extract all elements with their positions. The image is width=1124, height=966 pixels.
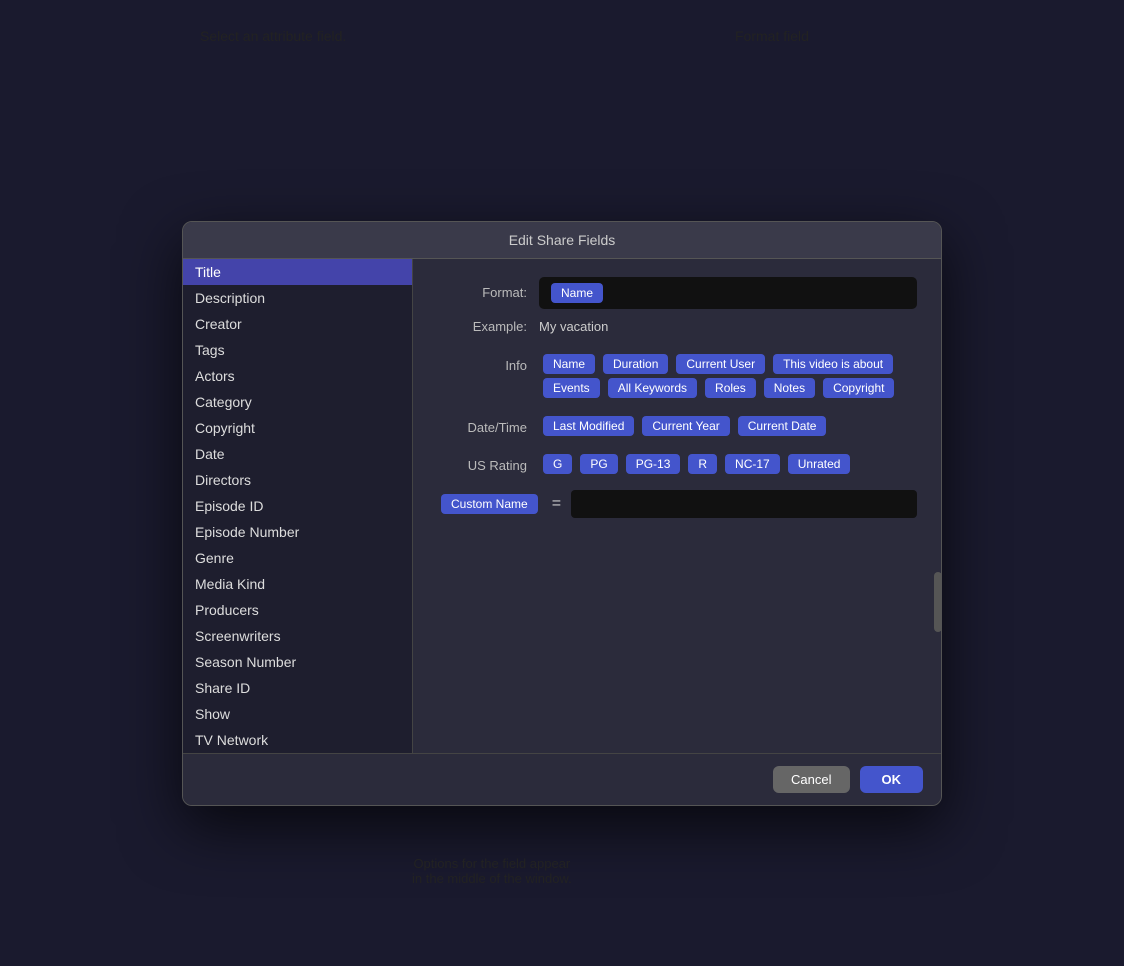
sidebar-item-season-number[interactable]: Season Number [183, 649, 412, 675]
right-panel: Format: Name Example: My vacation Info N… [413, 259, 941, 753]
sidebar-item-title[interactable]: Title [183, 259, 412, 285]
datetime-tag-current-date[interactable]: Current Date [738, 416, 827, 436]
info-section: Info Name Duration Current User This vid… [437, 352, 917, 400]
info-tag-copyright[interactable]: Copyright [823, 378, 894, 398]
cancel-button[interactable]: Cancel [773, 766, 849, 793]
rating-tag-pg[interactable]: PG [580, 454, 617, 474]
format-bar: Name [539, 277, 917, 309]
datetime-section: Date/Time Last Modified Current Year Cur… [437, 414, 917, 438]
rating-tag-unrated[interactable]: Unrated [788, 454, 851, 474]
dialog-body: Title Description Creator Tags Actors Ca… [183, 259, 941, 753]
example-value: My vacation [539, 319, 608, 334]
info-tag-roles[interactable]: Roles [705, 378, 756, 398]
sidebar-item-share-id[interactable]: Share ID [183, 675, 412, 701]
format-row: Format: Name [437, 277, 917, 309]
edit-share-fields-dialog: Edit Share Fields Title Description Crea… [182, 221, 942, 806]
custom-name-input[interactable] [571, 490, 917, 518]
rating-tag-nc17[interactable]: NC-17 [725, 454, 780, 474]
info-tag-name[interactable]: Name [543, 354, 595, 374]
sidebar-item-tags[interactable]: Tags [183, 337, 412, 363]
example-row: Example: My vacation [437, 319, 917, 334]
sidebar-item-tv-network[interactable]: TV Network [183, 727, 412, 753]
info-tag-all-keywords[interactable]: All Keywords [608, 378, 697, 398]
dialog-titlebar: Edit Share Fields [183, 222, 941, 259]
example-label: Example: [437, 319, 527, 334]
sidebar-item-screenwriters[interactable]: Screenwriters [183, 623, 412, 649]
sidebar-item-episode-id[interactable]: Episode ID [183, 493, 412, 519]
ok-button[interactable]: OK [860, 766, 924, 793]
format-label: Format: [437, 285, 527, 300]
sidebar-item-copyright[interactable]: Copyright [183, 415, 412, 441]
sidebar-item-date[interactable]: Date [183, 441, 412, 467]
usrating-tags-container: G PG PG-13 R NC-17 Unrated [539, 452, 917, 476]
datetime-tag-last-modified[interactable]: Last Modified [543, 416, 634, 436]
annotation-options: Options for the field appearin the middl… [412, 856, 572, 886]
sidebar-item-episode-number[interactable]: Episode Number [183, 519, 412, 545]
sidebar-item-actors[interactable]: Actors [183, 363, 412, 389]
datetime-label: Date/Time [437, 414, 527, 435]
sidebar-item-category[interactable]: Category [183, 389, 412, 415]
usrating-label: US Rating [437, 452, 527, 473]
format-name-tag[interactable]: Name [551, 283, 603, 303]
info-label: Info [437, 352, 527, 373]
datetime-tag-current-year[interactable]: Current Year [642, 416, 729, 436]
info-tags-container: Name Duration Current User This video is… [539, 352, 917, 400]
equals-sign: = [552, 495, 561, 513]
info-tag-events[interactable]: Events [543, 378, 600, 398]
info-tag-current-user[interactable]: Current User [676, 354, 765, 374]
sidebar-item-producers[interactable]: Producers [183, 597, 412, 623]
sidebar-item-creator[interactable]: Creator [183, 311, 412, 337]
sidebar: Title Description Creator Tags Actors Ca… [183, 259, 413, 753]
sidebar-item-directors[interactable]: Directors [183, 467, 412, 493]
annotation-select-attr: Select an attribute field. [200, 28, 346, 44]
rating-tag-pg13[interactable]: PG-13 [626, 454, 681, 474]
custom-name-row: Custom Name = [437, 490, 917, 518]
sidebar-item-show[interactable]: Show [183, 701, 412, 727]
rating-tag-r[interactable]: R [688, 454, 717, 474]
info-tag-this-video[interactable]: This video is about [773, 354, 893, 374]
info-tag-notes[interactable]: Notes [764, 378, 815, 398]
datetime-tags-container: Last Modified Current Year Current Date [539, 414, 917, 438]
dialog-footer: Cancel OK [183, 753, 941, 805]
sidebar-item-genre[interactable]: Genre [183, 545, 412, 571]
annotation-format-field: Format field [735, 28, 809, 44]
sidebar-item-media-kind[interactable]: Media Kind [183, 571, 412, 597]
rating-tag-g[interactable]: G [543, 454, 572, 474]
usrating-section: US Rating G PG PG-13 R NC-17 Unrated [437, 452, 917, 476]
custom-name-tag[interactable]: Custom Name [441, 494, 538, 514]
sidebar-item-description[interactable]: Description [183, 285, 412, 311]
info-tag-duration[interactable]: Duration [603, 354, 668, 374]
dialog-wrapper: Edit Share Fields Title Description Crea… [182, 221, 942, 806]
